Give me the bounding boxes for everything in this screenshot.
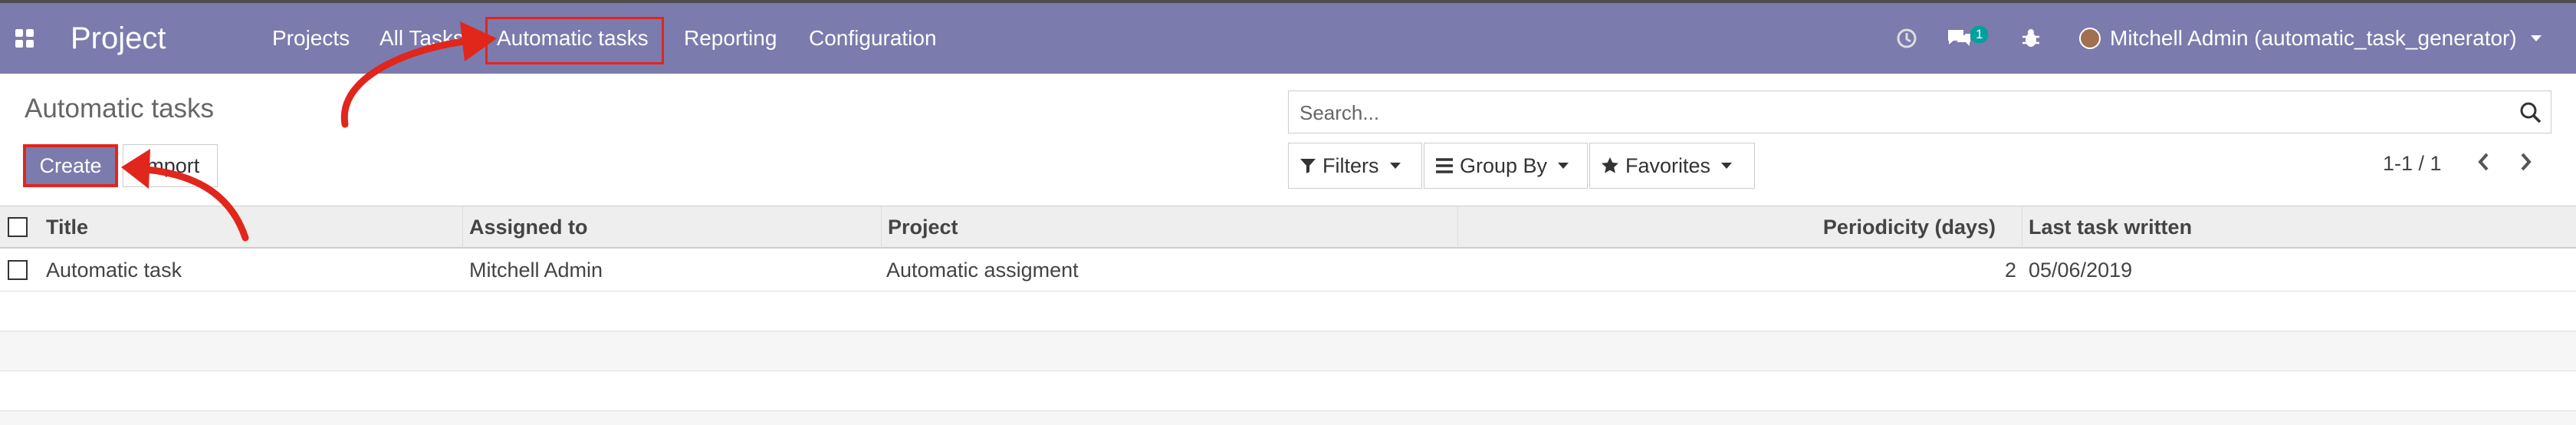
chevron-down-icon	[1558, 163, 1569, 169]
user-name: Mitchell Admin (automatic_task_generator…	[2110, 26, 2517, 50]
chevron-down-icon	[1721, 163, 1733, 169]
chevron-down-icon	[2530, 35, 2542, 41]
select-all-checkbox[interactable]	[8, 217, 28, 237]
chevron-left-icon[interactable]	[2475, 150, 2492, 173]
menu-configuration[interactable]: Configuration	[809, 3, 937, 74]
user-menu[interactable]: Mitchell Admin (automatic_task_generator…	[2079, 3, 2542, 74]
group-by-label: Group By	[1460, 153, 1548, 177]
filter-icon	[1300, 159, 1316, 173]
cell-periodicity: 2	[2004, 258, 2016, 282]
chat-icon[interactable]	[1946, 3, 1972, 74]
cell-project: Automatic assigment	[886, 258, 1079, 282]
menu-projects[interactable]: Projects	[272, 3, 350, 74]
menu-all-tasks[interactable]: All Tasks	[380, 3, 464, 74]
search-box	[1288, 91, 2551, 133]
highlight-box	[485, 17, 664, 64]
empty-row	[0, 371, 2576, 411]
debug-bug-icon[interactable]	[2021, 3, 2041, 74]
menu-reporting[interactable]: Reporting	[684, 3, 777, 74]
chevron-right-icon[interactable]	[2518, 150, 2535, 173]
group-by-dropdown[interactable]: Group By	[1424, 143, 1588, 189]
filters-label: Filters	[1322, 153, 1379, 177]
search-icon[interactable]	[2518, 100, 2543, 125]
favorites-dropdown[interactable]: Favorites	[1589, 143, 1755, 189]
star-icon	[1602, 157, 1618, 173]
empty-row	[0, 331, 2576, 371]
search-input[interactable]	[1298, 100, 2497, 125]
import-button[interactable]: Import	[123, 144, 218, 187]
column-project[interactable]: Project	[882, 206, 1458, 248]
empty-row	[0, 292, 2576, 331]
column-assigned-to[interactable]: Assigned to	[463, 206, 882, 248]
column-title[interactable]: Title	[40, 206, 463, 248]
cell-assigned-to: Mitchell Admin	[469, 258, 603, 282]
top-navbar: Project Projects All Tasks Automatic tas…	[0, 0, 2576, 74]
chevron-down-icon	[1389, 163, 1401, 169]
table-header: Title Assigned to Project Periodicity (d…	[0, 206, 2576, 249]
cell-last-task-written: 05/06/2019	[2029, 258, 2133, 282]
avatar	[2079, 28, 2101, 49]
apps-grid-icon[interactable]	[15, 3, 35, 74]
table-row[interactable]: Automatic task Mitchell Admin Automatic …	[0, 249, 2576, 292]
empty-row	[0, 411, 2576, 425]
column-last-task-written[interactable]: Last task written	[2022, 206, 2576, 248]
cell-title: Automatic task	[46, 258, 182, 282]
chat-count-badge: 1	[1970, 26, 1989, 43]
app-brand[interactable]: Project	[71, 3, 166, 74]
list-icon	[1436, 158, 1453, 173]
page-title: Automatic tasks	[25, 94, 215, 124]
activity-clock-icon[interactable]	[1896, 3, 1917, 74]
row-checkbox[interactable]	[8, 260, 28, 280]
create-button[interactable]: Create	[23, 144, 118, 187]
pager-value[interactable]: 1-1 / 1	[2383, 152, 2442, 176]
filters-dropdown[interactable]: Filters	[1288, 143, 1422, 189]
column-periodicity[interactable]: Periodicity (days)	[1458, 206, 2022, 248]
favorites-label: Favorites	[1625, 153, 1711, 177]
